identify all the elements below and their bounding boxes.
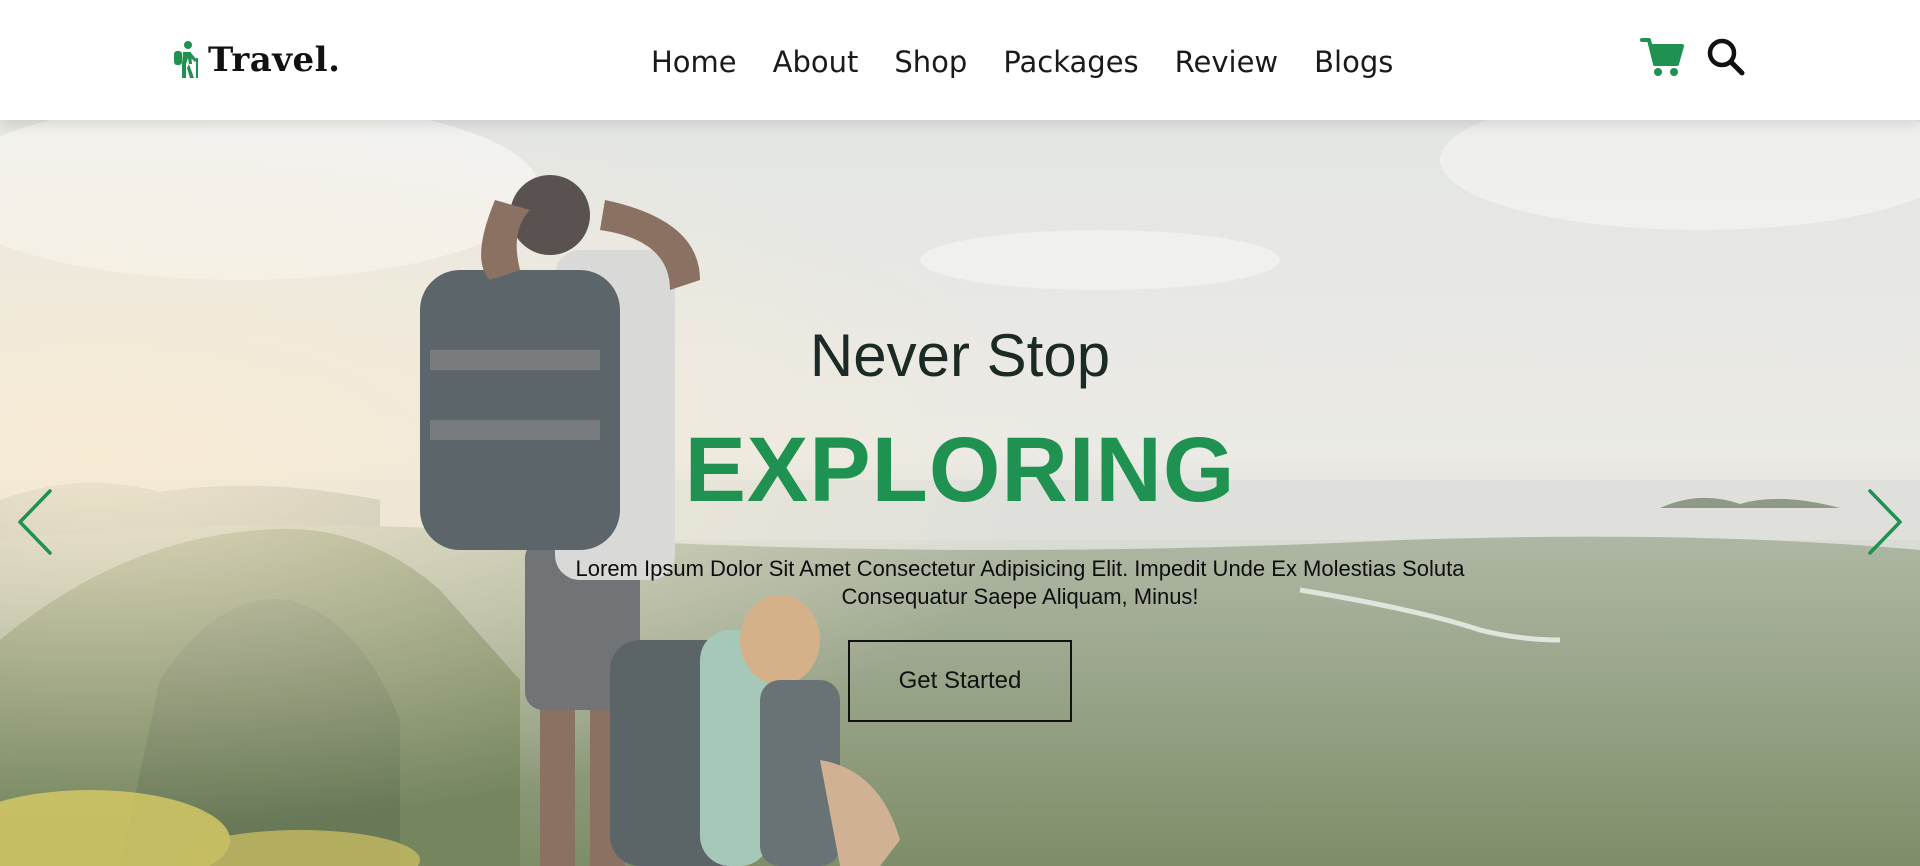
hero-description: Lorem Ipsum Dolor Sit Amet Consectetur A… [575, 556, 1465, 609]
nav-item-packages[interactable]: Packages [1003, 40, 1138, 84]
nav-item-blogs[interactable]: Blogs [1314, 40, 1393, 84]
hero-subtitle: Never Stop [809, 322, 1111, 389]
search-icon[interactable] [1706, 37, 1746, 77]
hero-title: EXPLORING [684, 419, 1236, 521]
nav-item-about[interactable]: About [773, 40, 859, 84]
get-started-button[interactable]: Get Started [848, 640, 1072, 722]
site-header: Travel. Home About Shop Packages Review … [0, 0, 1920, 120]
hiker-icon [174, 41, 198, 78]
nav-item-shop[interactable]: Shop [894, 40, 967, 84]
nav-item-home[interactable]: Home [651, 40, 737, 84]
header-actions [1640, 36, 1746, 78]
hero-section: Never Stop EXPLORING Lorem Ipsum Dolor S… [0, 120, 1920, 866]
chevron-right-icon[interactable] [1864, 487, 1904, 557]
cart-icon[interactable] [1640, 36, 1684, 78]
hero-content: Never Stop EXPLORING Lorem Ipsum Dolor S… [0, 120, 1920, 866]
chevron-left-icon[interactable] [16, 487, 56, 557]
main-nav: Home About Shop Packages Review Blogs [651, 40, 1393, 84]
brand-logo[interactable]: Travel. [170, 38, 340, 82]
brand-name: Travel. [208, 40, 341, 80]
nav-item-review[interactable]: Review [1175, 40, 1278, 84]
